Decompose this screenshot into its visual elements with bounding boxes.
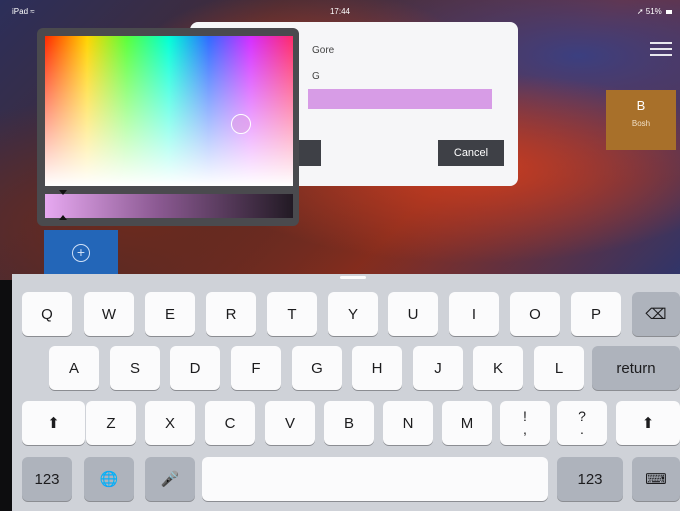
battery-percent: 51% [645,7,662,16]
dialog-title: Gore [312,45,335,56]
brightness-slider[interactable] [45,194,293,218]
key-l[interactable]: L [534,346,584,390]
battery-icon [666,10,672,14]
status-time: 17:44 [329,7,351,16]
key-z[interactable]: Z [86,401,136,445]
key-y[interactable]: Y [328,292,378,336]
comma-label: , [523,421,527,437]
bosh-button[interactable]: B Bosh [606,90,676,150]
numbers-key-left[interactable]: 123 [22,457,72,501]
bosh-label: Bosh [631,119,651,128]
microphone-icon: 🎤 [160,471,180,488]
key-t[interactable]: T [267,292,317,336]
key-x[interactable]: X [145,401,195,445]
backspace-icon: ⌫ [645,306,667,323]
key-k[interactable]: K [473,346,523,390]
slider-marker-bottom[interactable] [59,215,67,220]
cancel-button[interactable]: Cancel [438,140,504,166]
key-q[interactable]: Q [22,292,72,336]
bosh-letter: B [636,98,646,113]
key-o[interactable]: O [510,292,560,336]
key-v[interactable]: V [265,401,315,445]
dictation-key[interactable]: 🎤 [145,457,195,501]
key-exclaim-comma[interactable]: ! , [500,401,550,445]
key-a[interactable]: A [49,346,99,390]
key-s[interactable]: S [110,346,160,390]
key-p[interactable]: P [571,292,621,336]
key-m[interactable]: M [442,401,492,445]
period-label: . [580,421,584,437]
shift-icon: ⬆ [47,415,60,432]
key-w[interactable]: W [84,292,134,336]
key-j[interactable]: J [413,346,463,390]
hide-keyboard-key[interactable]: ⌨ [632,457,680,501]
key-f[interactable]: F [231,346,281,390]
return-key[interactable]: return [592,346,680,390]
backspace-key[interactable]: ⌫ [632,292,680,336]
keyboard-grabber [340,276,366,279]
slider-marker-top[interactable] [59,190,67,195]
dialog-field-label: G [312,71,320,82]
add-button[interactable]: + [44,230,118,276]
key-h[interactable]: H [352,346,402,390]
key-d[interactable]: D [170,346,220,390]
key-g[interactable]: G [292,346,342,390]
key-question-period[interactable]: ? . [557,401,607,445]
key-e[interactable]: E [145,292,195,336]
shift-icon: ⬆ [641,415,655,432]
status-battery: ➚ 51% [637,7,672,16]
space-bar[interactable] [202,457,548,501]
hamburger-menu-icon[interactable] [650,42,672,58]
status-bar: iPad ≈ 17:44 ➚ 51% [0,0,680,22]
key-n[interactable]: N [383,401,433,445]
globe-icon: 🌐 [99,471,119,488]
location-arrow-icon: ➚ [636,7,644,16]
shift-key-left[interactable]: ⬆ [22,401,85,445]
color-picker-popover [37,28,299,226]
color-swatch[interactable] [308,89,492,109]
key-r[interactable]: R [206,292,256,336]
shift-key-right[interactable]: ⬆ [616,401,680,445]
key-c[interactable]: C [205,401,255,445]
globe-key[interactable]: 🌐 [84,457,134,501]
key-i[interactable]: I [449,292,499,336]
key-b[interactable]: B [324,401,374,445]
key-u[interactable]: U [388,292,438,336]
numbers-key-right[interactable]: 123 [557,457,623,501]
add-circle-icon: + [72,244,90,262]
hide-keyboard-icon: ⌨ [645,471,667,488]
color-picker-handle[interactable] [231,114,251,134]
hue-saturation-field[interactable] [45,36,293,186]
